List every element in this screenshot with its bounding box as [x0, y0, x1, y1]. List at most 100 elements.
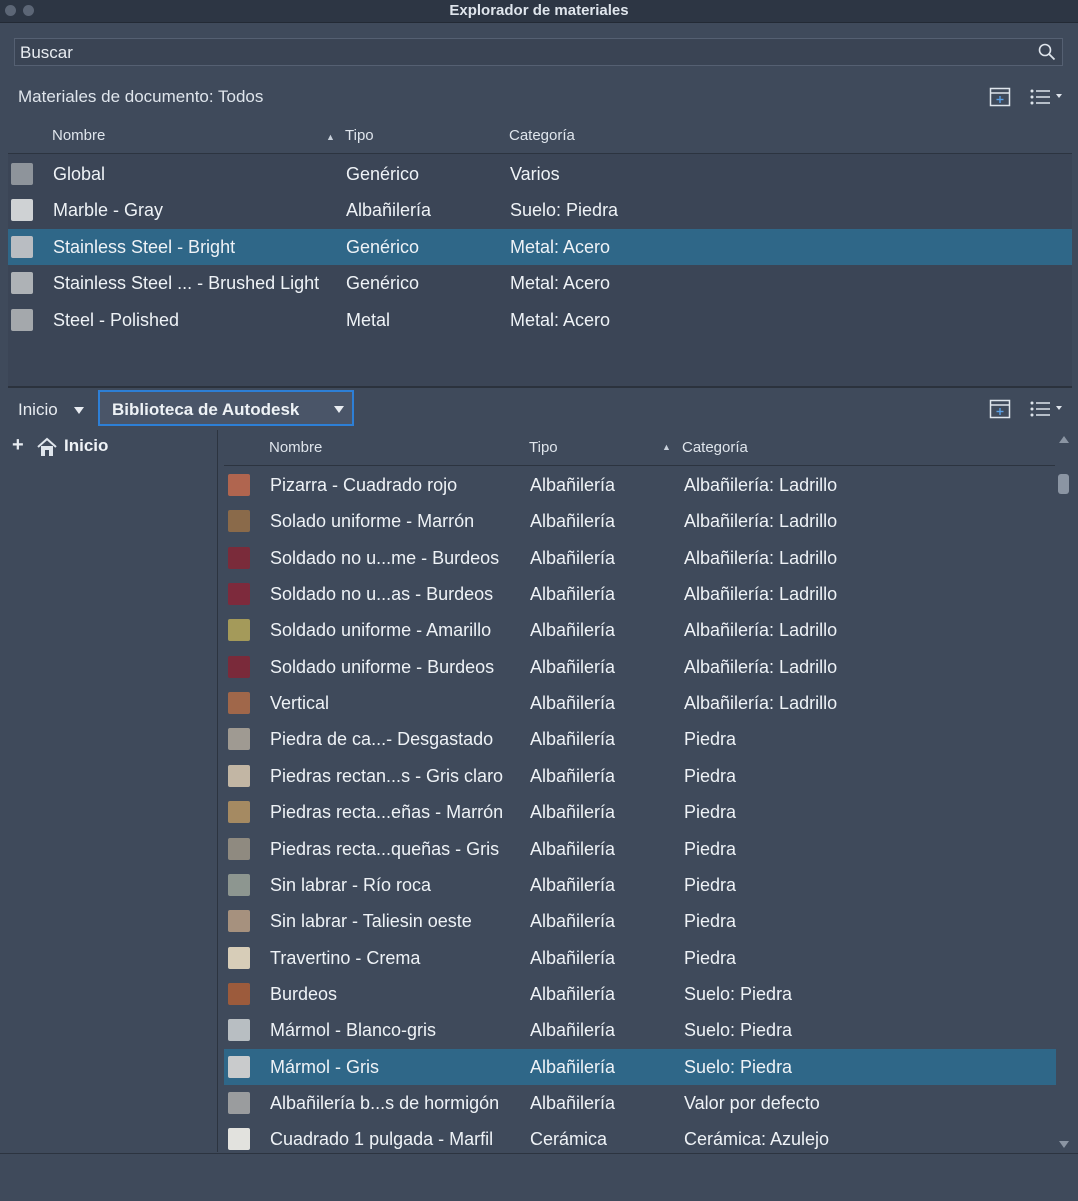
cell-name: Sin labrar - Río roca — [270, 874, 432, 895]
column-header-name[interactable]: Nombre — [52, 127, 105, 144]
library-view-icon[interactable] — [989, 398, 1011, 425]
cell-type: Genérico — [346, 164, 420, 184]
search-input[interactable]: Buscar — [20, 43, 73, 63]
library-view-options-icon[interactable] — [1029, 399, 1067, 424]
scroll-thumb[interactable] — [1058, 474, 1069, 494]
column-header-type[interactable]: Tipo — [529, 439, 558, 456]
cell-category: Albañilería: Ladrillo — [684, 656, 838, 677]
library-dropdown[interactable]: Biblioteca de Autodesk — [98, 390, 354, 426]
create-material-icon[interactable] — [989, 86, 1011, 113]
cell-name: Soldado no u...as - Burdeos — [270, 584, 494, 605]
cell-category: Albañilería: Ladrillo — [684, 475, 838, 495]
document-materials-label: Materiales de documento: Todos — [18, 87, 264, 106]
chevron-down-icon — [334, 406, 344, 413]
material-swatch-icon — [228, 546, 250, 569]
table-row[interactable]: Stainless Steel ... - Brushed Light Genér… — [8, 265, 1072, 301]
material-swatch-icon — [11, 272, 33, 295]
table-row[interactable]: Piedras rectan...s - Gris claro Albañiler… — [224, 758, 1056, 794]
material-swatch-icon — [228, 1055, 250, 1078]
cell-name: Travertino - Crema — [270, 947, 421, 968]
view-options-icon[interactable] — [1029, 87, 1067, 112]
table-header: Nombre Tipo ▲ Categoría — [224, 430, 1055, 466]
table-row[interactable]: Piedras recta...eñas - Marrón Albañilería… — [224, 794, 1056, 830]
table-row[interactable]: Global Genérico Varios — [8, 156, 1072, 192]
cell-type: Albañilería — [530, 802, 616, 823]
cell-type: Genérico — [346, 273, 420, 294]
table-row[interactable]: Soldado no u...as - Burdeos Albañilería Al… — [224, 576, 1056, 612]
library-dropdown-label: Biblioteca de Autodesk — [112, 400, 300, 419]
search-field[interactable]: Buscar — [14, 38, 1063, 66]
material-swatch-icon — [228, 910, 250, 933]
cell-category: Albañilería: Ladrillo — [684, 693, 838, 714]
status-bar — [0, 1153, 1078, 1201]
material-swatch-icon — [228, 1019, 250, 1042]
material-swatch-icon — [228, 982, 250, 1005]
cell-type: Albañilería — [530, 475, 616, 495]
search-icon[interactable] — [1038, 43, 1056, 66]
cell-name: Solado uniforme - Marrón — [270, 511, 475, 532]
cell-name: Vertical — [270, 693, 330, 714]
cell-category: Metal: Acero — [510, 236, 611, 257]
cell-category: Albañilería: Ladrillo — [684, 547, 838, 568]
cell-category: Albañilería: Ladrillo — [684, 584, 838, 605]
chevron-down-icon — [74, 407, 85, 415]
material-swatch-icon — [11, 308, 33, 331]
document-materials-table: Nombre ▲ Tipo Categoría Global Genérico Va… — [8, 120, 1072, 386]
table-row[interactable]: Soldado uniforme - Amarillo Albañilería Al… — [224, 612, 1056, 648]
tree-item-home[interactable]: Inicio — [64, 436, 108, 456]
cell-name: Piedras recta...eñas - Marrón — [270, 802, 504, 823]
column-header-name[interactable]: Nombre — [269, 439, 322, 456]
table-row[interactable]: Travertino - Crema Albañilería Piedra — [224, 940, 1056, 976]
table-row[interactable]: Piedra de ca...- Desgastado Albañilería Pi… — [224, 721, 1056, 757]
cell-type: Albañilería — [530, 693, 616, 714]
material-swatch-icon — [11, 235, 33, 258]
cell-name: Soldado uniforme - Burdeos — [270, 656, 495, 677]
sort-ascending-icon: ▲ — [326, 132, 335, 142]
table-row[interactable]: Piedras recta...queñas - Gris Albañilería… — [224, 831, 1056, 867]
table-row[interactable]: Marble - Gray Albañilería Suelo: Piedra — [8, 192, 1072, 228]
cell-name: Global — [53, 164, 106, 184]
table-row[interactable]: Soldado uniforme - Burdeos Albañilería Alb… — [224, 649, 1056, 685]
scroll-up-icon[interactable] — [1059, 436, 1069, 443]
table-row[interactable]: Solado uniforme - Marrón Albañilería Albañ… — [224, 503, 1056, 539]
table-row[interactable]: Sin labrar - Río roca Albañilería Piedra — [224, 867, 1056, 903]
library-toolbar: Inicio Biblioteca de Autodesk — [0, 388, 1078, 430]
cell-type: Albañilería — [530, 584, 616, 605]
cell-name: Sin labrar - Taliesin oeste — [270, 911, 472, 932]
cell-type: Metal — [346, 309, 391, 330]
column-header-category[interactable]: Categoría — [509, 127, 575, 144]
cell-category: Piedra — [684, 729, 737, 750]
material-swatch-icon — [228, 692, 250, 715]
library-materials-table: Nombre Tipo ▲ Categoría Pizarra - Cuadra… — [218, 430, 1060, 1152]
table-row[interactable]: Sin labrar - Taliesin oeste Albañilería Pi… — [224, 903, 1056, 939]
cell-category: Albañilería: Ladrillo — [684, 511, 838, 532]
table-header: Nombre ▲ Tipo Categoría — [8, 120, 1072, 154]
cell-category: Metal: Acero — [510, 309, 611, 330]
cell-name: Stainless Steel - Bright — [53, 236, 236, 257]
material-swatch-icon — [228, 510, 250, 533]
table-row[interactable]: Pizarra - Cuadrado rojo Albañilería Albañi… — [224, 467, 1056, 503]
library-scrollbar[interactable] — [1056, 432, 1072, 1150]
table-row[interactable]: Albañilería b...s de hormigón Albañilería… — [224, 1085, 1056, 1121]
add-library-icon[interactable]: + — [12, 434, 24, 457]
table-row[interactable]: Cuadrado 1 pulgada - Marfil Cerámica Cerám… — [224, 1121, 1056, 1157]
table-row[interactable]: Soldado no u...me - Burdeos Albañilería Al… — [224, 540, 1056, 576]
column-header-category[interactable]: Categoría — [682, 439, 748, 456]
column-header-type[interactable]: Tipo — [345, 127, 374, 144]
table-row[interactable]: Mármol - Gris Albañilería Suelo: Piedra — [224, 1048, 1056, 1085]
cell-name: Steel - Polished — [53, 309, 180, 330]
cell-category: Piedra — [684, 802, 737, 823]
material-swatch-icon — [228, 474, 250, 496]
table-row[interactable]: Mármol - Blanco-gris Albañilería Suelo: Pi… — [224, 1012, 1056, 1048]
cell-category: Valor por defecto — [684, 1092, 820, 1113]
table-row[interactable]: Stainless Steel - Bright Genérico Metal: A… — [8, 228, 1072, 265]
home-dropdown[interactable]: Inicio — [18, 400, 85, 420]
material-swatch-icon — [228, 619, 250, 642]
cell-type: Albañilería — [530, 1020, 616, 1041]
table-row[interactable]: Burdeos Albañilería Suelo: Piedra — [224, 976, 1056, 1012]
table-row[interactable]: Steel - Polished Metal Metal: Acero — [8, 302, 1072, 338]
scroll-down-icon[interactable] — [1059, 1141, 1069, 1148]
home-icon — [36, 436, 58, 463]
cell-type: Albañilería — [530, 656, 616, 677]
table-row[interactable]: Vertical Albañilería Albañilería: Ladrillo — [224, 685, 1056, 721]
